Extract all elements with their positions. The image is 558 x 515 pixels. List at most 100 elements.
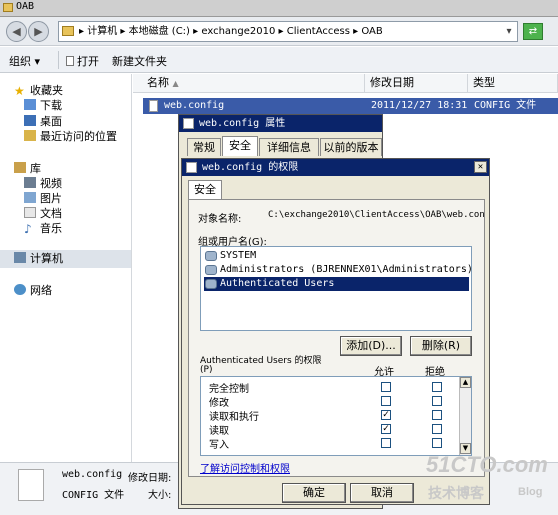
desktop-icon bbox=[24, 115, 36, 126]
library-icon bbox=[14, 162, 26, 173]
sidebar-computer[interactable]: 计算机 bbox=[0, 250, 131, 268]
network-icon bbox=[14, 284, 26, 295]
deny-read-execute-checkbox[interactable] bbox=[432, 410, 442, 420]
column-header-name[interactable]: 名称 ▲ bbox=[133, 74, 365, 93]
deny-modify-checkbox[interactable] bbox=[432, 396, 442, 406]
breadcrumb-computer[interactable]: 计算机 bbox=[87, 26, 117, 37]
sidebar-item-downloads[interactable]: 下载 bbox=[24, 97, 62, 113]
scroll-up-icon[interactable]: ▲ bbox=[460, 377, 471, 388]
ok-button[interactable]: 确定 bbox=[282, 483, 346, 503]
details-file-name: web.config bbox=[62, 469, 123, 480]
document-icon bbox=[24, 207, 36, 218]
tab-security[interactable]: 安全 bbox=[222, 136, 258, 156]
close-button[interactable]: ✕ bbox=[474, 161, 487, 173]
sidebar-item-videos[interactable]: 视频 bbox=[24, 175, 62, 191]
allow-modify-checkbox[interactable] bbox=[381, 396, 391, 406]
file-row[interactable]: web.config 2011/12/27 18:31 CONFIG 文件 bbox=[143, 98, 558, 114]
object-name-label: 对象名称: bbox=[198, 214, 242, 225]
permission-name: 写入 bbox=[209, 440, 229, 451]
permission-name: 完全控制 bbox=[209, 384, 249, 395]
permission-name: 读取 bbox=[209, 426, 229, 437]
permissions-label: Authenticated Users 的权限 bbox=[200, 356, 322, 366]
permissions-dialog-titlebar: web.config 的权限 ✕ bbox=[182, 159, 489, 176]
file-date: 2011/12/27 18:31 bbox=[371, 100, 468, 111]
permissions-scrollbar[interactable]: ▲ ▼ bbox=[459, 377, 471, 455]
list-item-administrators[interactable]: Administrators (BJRENNEX01\Administrator… bbox=[204, 263, 473, 277]
object-name-value: C:\exchange2010\ClientAccess\OAB\web.con bbox=[268, 210, 485, 220]
details-size-label: 大小: bbox=[148, 490, 172, 501]
file-icon bbox=[186, 162, 197, 173]
permissions-dialog-title: web.config 的权限 bbox=[202, 162, 299, 173]
deny-read-checkbox[interactable] bbox=[432, 424, 442, 434]
file-large-icon bbox=[18, 469, 44, 501]
config-file-icon bbox=[149, 100, 158, 112]
sidebar-item-desktop[interactable]: 桌面 bbox=[24, 113, 62, 129]
command-toolbar: 组织 ▾ 打开 新建文件夹 bbox=[0, 47, 558, 73]
deny-full-control-checkbox[interactable] bbox=[432, 382, 442, 392]
properties-dialog-titlebar: web.config 属性 bbox=[179, 115, 382, 132]
sidebar-favorites[interactable]: ★ 收藏夹 bbox=[14, 82, 63, 98]
file-icon bbox=[183, 118, 194, 129]
tab-details[interactable]: 详细信息 bbox=[259, 138, 319, 156]
permissions-label-hotkey: (P) bbox=[200, 365, 213, 375]
breadcrumb-clientaccess[interactable]: ClientAccess bbox=[287, 26, 350, 37]
sidebar-libraries[interactable]: 库 bbox=[14, 160, 41, 176]
window-title: OAB bbox=[16, 1, 35, 12]
computer-icon bbox=[14, 252, 26, 263]
forward-button[interactable]: ▶ bbox=[28, 21, 49, 42]
allow-read-checkbox[interactable]: ✓ bbox=[381, 424, 391, 434]
properties-dialog-title: web.config 属性 bbox=[199, 118, 286, 129]
breadcrumb-exchange2010[interactable]: exchange2010 bbox=[201, 26, 275, 37]
allow-write-checkbox[interactable] bbox=[381, 438, 391, 448]
navigation-bar: ◀ ▶ ▸ 计算机 ▸ 本地磁盘 (C:) ▸ exchange2010 ▸ C… bbox=[0, 17, 558, 46]
watermark-site: 51CTO.com bbox=[426, 452, 548, 477]
user-group-icon bbox=[205, 265, 217, 275]
file-name: web.config bbox=[164, 100, 225, 111]
download-icon bbox=[24, 99, 36, 110]
file-icon bbox=[66, 56, 74, 66]
details-date-label: 修改日期: bbox=[128, 473, 172, 484]
organize-button[interactable]: 组织 ▾ bbox=[9, 53, 40, 69]
navigation-pane: ★ 收藏夹 下载 桌面 最近访问的位置 库 视频 图片 文档 ♪ 音乐 计算机 网络 bbox=[0, 74, 132, 462]
allow-full-control-checkbox[interactable] bbox=[381, 382, 391, 392]
sidebar-item-recent[interactable]: 最近访问的位置 bbox=[24, 128, 117, 144]
file-type: CONFIG 文件 bbox=[474, 100, 537, 111]
folder-icon bbox=[3, 3, 13, 12]
column-header-type[interactable]: 类型 bbox=[468, 74, 558, 93]
picture-icon bbox=[24, 192, 36, 203]
address-separator: ▸ bbox=[353, 26, 359, 37]
sidebar-item-pictures[interactable]: 图片 bbox=[24, 190, 62, 206]
watermark-subtitle: 技术博客 bbox=[428, 485, 484, 501]
list-item-authenticated-users[interactable]: Authenticated Users bbox=[204, 277, 469, 291]
add-button[interactable]: 添加(D)... bbox=[340, 336, 402, 356]
tab-security[interactable]: 安全 bbox=[188, 180, 222, 200]
column-header-date[interactable]: 修改日期 bbox=[365, 74, 468, 93]
tab-previous-versions[interactable]: 以前的版本 bbox=[320, 138, 382, 156]
address-bar[interactable]: ▸ 计算机 ▸ 本地磁盘 (C:) ▸ exchange2010 ▸ Clien… bbox=[58, 21, 518, 42]
group-user-list[interactable]: SYSTEM Administrators (BJRENNEX01\Admini… bbox=[200, 246, 473, 331]
video-icon bbox=[24, 177, 36, 188]
address-separator: ▸ bbox=[79, 26, 85, 37]
new-folder-button[interactable]: 新建文件夹 bbox=[112, 53, 167, 69]
refresh-button[interactable]: ⇄ bbox=[523, 23, 543, 40]
permission-name: 修改 bbox=[209, 398, 229, 409]
allow-read-execute-checkbox[interactable]: ✓ bbox=[381, 410, 391, 420]
back-button[interactable]: ◀ bbox=[6, 21, 27, 42]
cancel-button[interactable]: 取消 bbox=[350, 483, 414, 503]
list-item-system[interactable]: SYSTEM bbox=[204, 249, 469, 263]
sidebar-item-music[interactable]: ♪ 音乐 bbox=[24, 220, 62, 236]
remove-button[interactable]: 删除(R) bbox=[410, 336, 472, 356]
window-titlebar: OAB bbox=[0, 0, 558, 17]
tab-general[interactable]: 常规 bbox=[187, 138, 221, 156]
open-button[interactable]: 打开 bbox=[66, 53, 99, 69]
deny-write-checkbox[interactable] bbox=[432, 438, 442, 448]
sidebar-item-documents[interactable]: 文档 bbox=[24, 205, 62, 221]
access-control-help-link[interactable]: 了解访问控制和权限 bbox=[200, 460, 290, 475]
chevron-down-icon[interactable]: ▾ bbox=[503, 22, 515, 41]
details-file-type: CONFIG 文件 bbox=[62, 490, 125, 501]
permission-name: 读取和执行 bbox=[209, 412, 259, 423]
sidebar-network[interactable]: 网络 bbox=[14, 282, 52, 298]
breadcrumb-local-disk[interactable]: 本地磁盘 (C:) bbox=[129, 26, 190, 37]
folder-icon bbox=[62, 26, 74, 36]
breadcrumb-oab[interactable]: OAB bbox=[361, 26, 382, 37]
